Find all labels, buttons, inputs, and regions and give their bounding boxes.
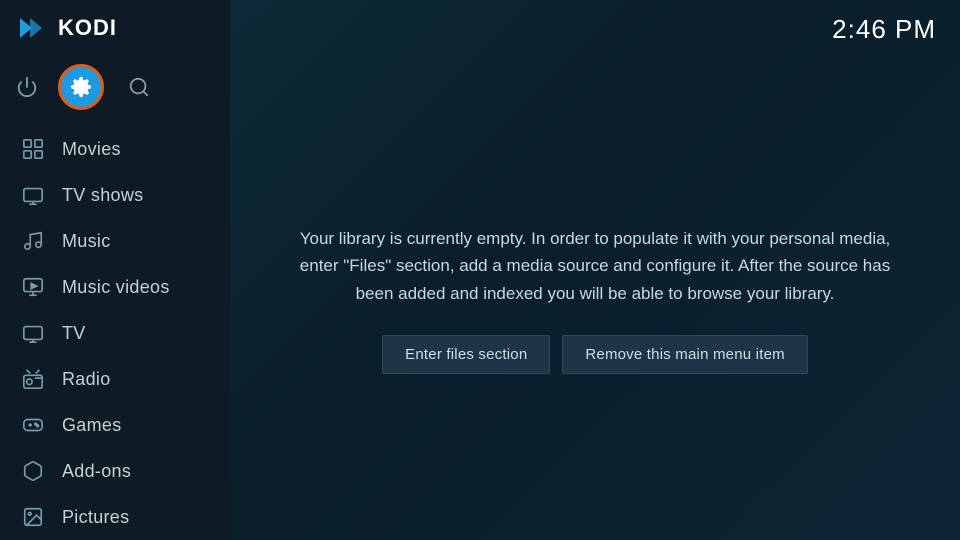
sidebar-item-tv[interactable]: TV <box>0 310 230 356</box>
clock-display: 2:46 PM <box>832 14 936 45</box>
tv-label: TV <box>62 323 86 344</box>
gear-icon <box>70 76 92 98</box>
nav-menu: Movies TV shows Music <box>0 126 230 540</box>
sidebar-item-add-ons[interactable]: Add-ons <box>0 448 230 494</box>
movies-label: Movies <box>62 139 121 160</box>
search-icon[interactable] <box>128 76 150 98</box>
sidebar-item-radio[interactable]: Radio <box>0 356 230 402</box>
app-header: KODI <box>0 0 230 56</box>
sidebar-item-games[interactable]: Games <box>0 402 230 448</box>
pictures-icon <box>20 504 46 530</box>
remove-menu-item-button[interactable]: Remove this main menu item <box>562 335 807 374</box>
sidebar-action-row <box>0 56 230 126</box>
tv-shows-label: TV shows <box>62 185 143 206</box>
movies-icon <box>20 136 46 162</box>
sidebar-item-music[interactable]: Music <box>0 218 230 264</box>
sidebar: KODI <box>0 0 230 540</box>
games-label: Games <box>62 415 122 436</box>
music-label: Music <box>62 231 111 252</box>
action-buttons: Enter files section Remove this main men… <box>382 335 808 374</box>
top-bar: 2:46 PM <box>230 0 960 59</box>
sidebar-item-pictures[interactable]: Pictures <box>0 494 230 540</box>
kodi-logo-icon <box>16 12 48 44</box>
music-icon <box>20 228 46 254</box>
settings-button[interactable] <box>58 64 104 110</box>
library-message: Your library is currently empty. In orde… <box>290 225 900 307</box>
tv-shows-icon <box>20 182 46 208</box>
enter-files-button[interactable]: Enter files section <box>382 335 550 374</box>
music-videos-icon <box>20 274 46 300</box>
games-icon <box>20 412 46 438</box>
main-content: 2:46 PM Your library is currently empty.… <box>230 0 960 540</box>
pictures-label: Pictures <box>62 507 129 528</box>
add-ons-label: Add-ons <box>62 461 131 482</box>
music-videos-label: Music videos <box>62 277 170 298</box>
sidebar-item-movies[interactable]: Movies <box>0 126 230 172</box>
app-title: KODI <box>58 15 117 41</box>
add-ons-icon <box>20 458 46 484</box>
sidebar-item-tv-shows[interactable]: TV shows <box>0 172 230 218</box>
power-icon[interactable] <box>16 76 38 98</box>
content-area: Your library is currently empty. In orde… <box>230 59 960 540</box>
tv-icon <box>20 320 46 346</box>
radio-label: Radio <box>62 369 111 390</box>
sidebar-item-music-videos[interactable]: Music videos <box>0 264 230 310</box>
radio-icon <box>20 366 46 392</box>
